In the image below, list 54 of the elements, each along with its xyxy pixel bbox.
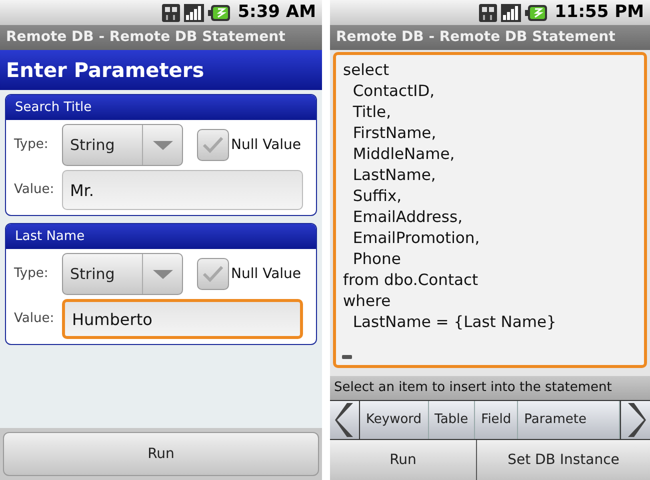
dropdown-arrow-icon [152, 140, 172, 150]
statement-field[interactable]: select ContactID, Title, FirstName, MiddleName, LastName, Suffix, EmailAddress, EmailPromotion, Phone from dbo.Contact where LastName = {Last Name} [333, 52, 647, 368]
statement-line: Suffix, [352, 186, 403, 207]
insert-tab[interactable]: Table [428, 401, 476, 439]
card-header: Last Name [6, 224, 316, 249]
value-field[interactable]: Humberto [62, 299, 303, 339]
network-3g-icon [162, 4, 180, 22]
set-db-instance-button[interactable]: Set DB Instance [477, 440, 650, 480]
battery-icon [208, 4, 230, 20]
dropdown-arrow-icon [152, 270, 172, 278]
insert-tab[interactable]: Paramete [518, 401, 620, 439]
type-label: Type: [14, 265, 50, 284]
run-button[interactable]: Run [3, 432, 319, 476]
value-label: Value: [14, 181, 56, 200]
type-dropdown[interactable]: String [62, 253, 183, 295]
hint-bar: Select an item to insert into the statement [330, 376, 650, 400]
checkmark-icon [202, 265, 224, 283]
title-bar: Remote DB - Remote DB Statement [0, 25, 322, 50]
insert-tab[interactable]: Field [475, 401, 518, 439]
signal-icon [500, 4, 521, 22]
statement-line: LastName = {Last Name} [352, 312, 558, 333]
statement-line: where [343, 291, 392, 312]
card-header: Search Title [6, 95, 316, 120]
signal-icon [184, 4, 204, 22]
statement-line: MiddleName, [352, 144, 456, 165]
statement-line: Title, [352, 102, 392, 123]
null-value-checkbox[interactable] [197, 258, 229, 290]
statement-line: select [343, 60, 390, 81]
null-value-checkbox[interactable] [197, 129, 229, 161]
statement-line: EmailPromotion, [352, 228, 481, 249]
value-label: Value: [14, 310, 56, 328]
statement-line: from dbo.Contact [343, 270, 480, 291]
checkmark-icon [202, 136, 224, 154]
chevron-left-icon [334, 403, 354, 437]
text-cursor [342, 355, 352, 359]
statement-line: FirstName, [352, 123, 438, 144]
title-bar: Remote DB - Remote DB Statement [330, 25, 650, 50]
statement-line: EmailAddress, [352, 207, 464, 228]
screen-header: Enter Parameters [0, 50, 322, 90]
value-field[interactable]: Mr. [62, 170, 303, 210]
insert-tab[interactable]: Keyword [360, 401, 429, 439]
statement-line: ContactID, [352, 81, 436, 102]
type-dropdown[interactable]: String [62, 124, 183, 166]
battery-icon [524, 4, 547, 20]
chevron-right-icon [626, 403, 646, 437]
network-3g-icon [478, 4, 497, 22]
type-label: Type: [14, 136, 50, 154]
clock: 5:39 AM [238, 0, 316, 24]
clock: 11:55 PM [554, 0, 644, 24]
statement-line: LastName, [352, 165, 437, 186]
null-value-label: Null Value [231, 264, 302, 284]
null-value-label: Null Value [231, 136, 302, 154]
statement-line: Phone [352, 249, 402, 270]
run-button[interactable]: Run [330, 440, 477, 480]
